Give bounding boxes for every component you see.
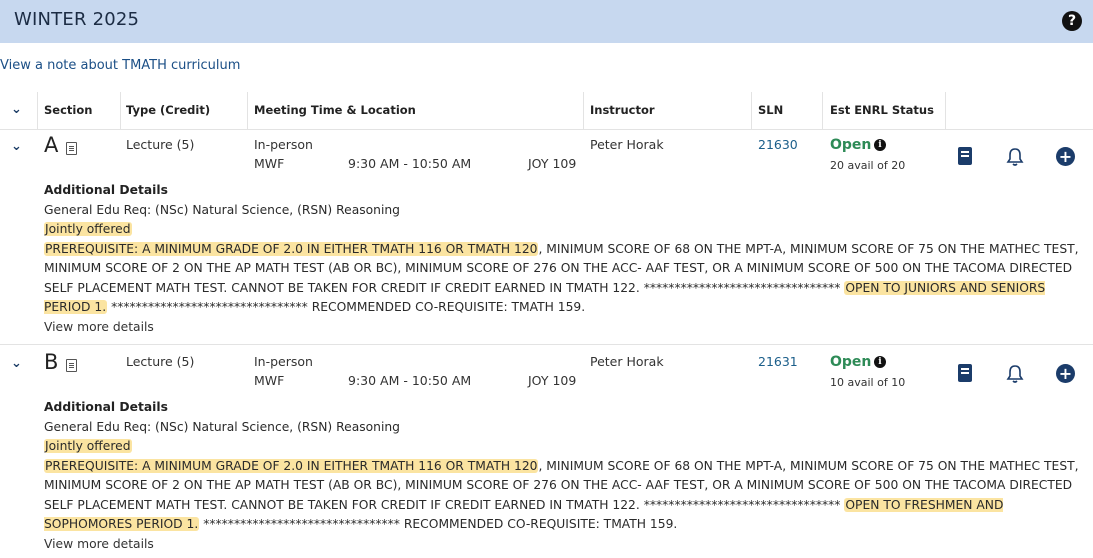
help-circle-icon[interactable]: ? — [1062, 11, 1082, 31]
additional-details: Additional Details General Edu Req: (NSc… — [44, 398, 1089, 554]
chevron-down-icon[interactable]: ⌄ — [11, 356, 22, 371]
column-divider — [751, 92, 752, 129]
bell-icon[interactable] — [1005, 364, 1025, 384]
details-title: Additional Details — [44, 183, 168, 197]
document-icon[interactable] — [66, 359, 77, 372]
chevron-down-icon[interactable]: ⌄ — [11, 139, 22, 154]
document-icon[interactable] — [66, 142, 77, 155]
plus-circle-icon[interactable]: + — [1056, 364, 1075, 383]
column-divider — [120, 92, 121, 129]
section-letter[interactable]: B — [44, 350, 58, 374]
column-divider — [583, 92, 584, 129]
meeting-room[interactable]: JOY 109 — [528, 373, 576, 388]
info-icon[interactable]: i — [874, 139, 886, 151]
row-divider — [0, 344, 1093, 345]
sln-link[interactable]: 21630 — [758, 137, 798, 152]
table-header: ⌄ Section Type (Credit) Meeting Time & L… — [0, 92, 1093, 130]
seats-available: 20 avail of 20 — [830, 159, 906, 172]
meeting-days: MWF — [254, 156, 285, 171]
chevron-down-icon[interactable]: ⌄ — [11, 102, 22, 117]
view-more-details-link[interactable]: View more details — [44, 318, 1089, 338]
instructor-name: Peter Horak — [590, 354, 664, 369]
coreq-text: ******************************** RECOMME… — [107, 300, 586, 314]
column-divider — [945, 92, 946, 129]
meeting-room[interactable]: JOY 109 — [528, 156, 576, 171]
bell-icon[interactable] — [1005, 147, 1025, 167]
col-meeting[interactable]: Meeting Time & Location — [254, 92, 416, 129]
seats-available: 10 avail of 10 — [830, 376, 906, 389]
col-sln[interactable]: SLN — [758, 92, 783, 129]
column-divider — [247, 92, 248, 129]
restrictions-text: PREREQUISITE: A MINIMUM GRADE OF 2.0 IN … — [44, 240, 1089, 318]
gen-ed-req: General Edu Req: (NSc) Natural Science, … — [44, 419, 400, 434]
col-section[interactable]: Section — [44, 92, 92, 129]
plus-circle-icon[interactable]: + — [1056, 147, 1075, 166]
info-icon[interactable]: i — [874, 356, 886, 368]
section-row-b: ⌄ B Lecture (5) In-person MWF 9:30 AM - … — [0, 347, 1093, 558]
prereq-highlight: PREREQUISITE: A MINIMUM GRADE OF 2.0 IN … — [44, 241, 539, 256]
coreq-text: ******************************** RECOMME… — [199, 517, 678, 531]
status-open: Open — [830, 354, 872, 370]
col-instructor[interactable]: Instructor — [590, 92, 655, 129]
section-letter[interactable]: A — [44, 133, 58, 157]
book-icon[interactable] — [958, 364, 972, 382]
status-open: Open — [830, 137, 872, 153]
curriculum-note-link[interactable]: View a note about TMATH curriculum — [0, 58, 240, 73]
additional-details: Additional Details General Edu Req: (NSc… — [44, 181, 1089, 337]
view-more-details-link[interactable]: View more details — [44, 535, 1089, 555]
meeting-time: 9:30 AM - 10:50 AM — [348, 156, 472, 171]
restrictions-text: PREREQUISITE: A MINIMUM GRADE OF 2.0 IN … — [44, 457, 1089, 535]
meeting-time: 9:30 AM - 10:50 AM — [348, 373, 472, 388]
meeting-days: MWF — [254, 373, 285, 388]
column-divider — [822, 92, 823, 129]
prereq-highlight: PREREQUISITE: A MINIMUM GRADE OF 2.0 IN … — [44, 458, 539, 473]
term-header: WINTER 2025 ? — [0, 0, 1093, 43]
section-type: Lecture (5) — [126, 354, 195, 369]
col-status[interactable]: Est ENRL Status — [830, 92, 934, 129]
meeting-mode: In-person — [254, 354, 313, 369]
column-divider — [37, 92, 38, 129]
details-title: Additional Details — [44, 400, 168, 414]
sln-link[interactable]: 21631 — [758, 354, 798, 369]
jointly-offered[interactable]: Jointly offered — [44, 439, 132, 453]
instructor-name: Peter Horak — [590, 137, 664, 152]
jointly-offered[interactable]: Jointly offered — [44, 222, 132, 236]
meeting-mode: In-person — [254, 137, 313, 152]
term-title: WINTER 2025 — [14, 9, 140, 30]
col-type[interactable]: Type (Credit) — [126, 92, 210, 129]
section-row-a: ⌄ A Lecture (5) In-person MWF 9:30 AM - … — [0, 130, 1093, 344]
section-type: Lecture (5) — [126, 137, 195, 152]
book-icon[interactable] — [958, 147, 972, 165]
gen-ed-req: General Edu Req: (NSc) Natural Science, … — [44, 202, 400, 217]
